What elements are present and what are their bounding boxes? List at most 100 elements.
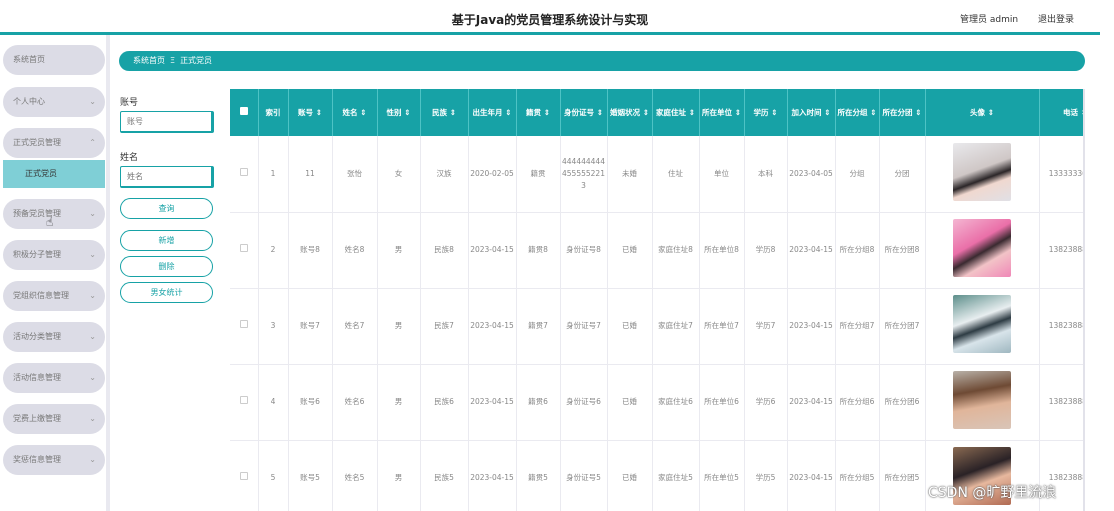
sidebar-item-activist[interactable]: 积极分子管理 ⌄ xyxy=(3,240,105,270)
cell-account: 账号6 xyxy=(288,364,333,441)
col-name[interactable]: 姓名 ⇕ xyxy=(332,89,378,136)
col-id-number[interactable]: 身份证号 ⇕ xyxy=(560,89,608,136)
cell-address: 家庭住址8 xyxy=(652,212,700,289)
avatar xyxy=(953,142,1011,201)
sidebar-item-personal-center[interactable]: 个人中心 ⌄ xyxy=(3,87,105,117)
table-row[interactable]: 2 账号8 姓名8 男 民族8 2023-04-15 籍贯8 身份证号8 已婚 … xyxy=(230,212,1083,289)
cell-marital: 已婚 xyxy=(607,364,653,441)
sidebar-item-label: 党组织信息管理 xyxy=(13,291,69,300)
top-header: 基于Java的党员管理系统设计与实现 管理员 admin 退出登录 xyxy=(0,0,1114,34)
delete-button[interactable]: 删除 xyxy=(120,256,213,277)
cell-team: 所在分团7 xyxy=(879,288,926,365)
col-birth[interactable]: 出生年月 ⇕ xyxy=(468,89,517,136)
add-button[interactable]: 新增 xyxy=(120,230,213,251)
cell-address: 住址 xyxy=(652,136,700,213)
account-input[interactable] xyxy=(120,111,214,133)
sidebar-item-activity-info[interactable]: 活动信息管理 ⌄ xyxy=(3,363,105,393)
col-marital[interactable]: 婚姻状况 ⇕ xyxy=(607,89,653,136)
col-avatar[interactable]: 头像 ⇕ xyxy=(925,89,1040,136)
sidebar-item-label: 积极分子管理 xyxy=(13,250,61,259)
sidebar-item-organization[interactable]: 党组织信息管理 ⌄ xyxy=(3,281,105,311)
cell-marital: 已婚 xyxy=(607,212,653,289)
cell-join-time: 2023-04-15 xyxy=(787,212,836,289)
app-title: 基于Java的党员管理系统设计与实现 xyxy=(451,13,649,27)
cell-join-time: 2023-04-05 xyxy=(787,136,836,213)
cell-team: 所在分团5 xyxy=(879,440,926,511)
sidebar-item-activity-category[interactable]: 活动分类管理 ⌄ xyxy=(3,322,105,352)
cell-marital: 已婚 xyxy=(607,440,653,511)
col-address[interactable]: 家庭住址 ⇕ xyxy=(652,89,700,136)
col-education[interactable]: 学历 ⇕ xyxy=(744,89,788,136)
cell-birth: 2023-04-15 xyxy=(468,288,517,365)
avatar xyxy=(953,219,1011,277)
col-ethnicity[interactable]: 民族 ⇕ xyxy=(420,89,469,136)
cell-join-time: 2023-04-15 xyxy=(787,288,836,365)
table-row[interactable]: 3 账号7 姓名7 男 民族7 2023-04-15 籍贯7 身份证号7 已婚 … xyxy=(230,288,1083,365)
sidebar-item-label: 个人中心 xyxy=(13,97,45,106)
cell-team: 分团 xyxy=(879,136,926,213)
query-button[interactable]: 查询 xyxy=(120,198,213,219)
row-checkbox[interactable] xyxy=(230,136,259,213)
cell-education: 学历6 xyxy=(744,364,788,441)
cell-id-number: 身份证号6 xyxy=(560,364,608,441)
logout-link[interactable]: 退出登录 xyxy=(1038,12,1074,25)
cell-avatar xyxy=(925,136,1040,213)
chevron-up-icon: ⌃ xyxy=(89,138,96,147)
table-row[interactable]: 4 账号6 姓名6 男 民族6 2023-04-15 籍贯6 身份证号6 已婚 … xyxy=(230,364,1083,441)
cell-team: 所在分团6 xyxy=(879,364,926,441)
table-row[interactable]: 1 11 张怡 女 汉族 2020-02-05 籍贯 4444444444555… xyxy=(230,136,1083,213)
breadcrumb-home[interactable]: 系统首页 xyxy=(133,56,165,65)
cell-education: 学历7 xyxy=(744,288,788,365)
col-gender[interactable]: 性别 ⇕ xyxy=(377,89,421,136)
cell-native: 籍贯5 xyxy=(516,440,561,511)
sidebar-item-home[interactable]: 系统首页 xyxy=(3,45,105,75)
col-account[interactable]: 账号 ⇕ xyxy=(288,89,333,136)
cell-account: 账号5 xyxy=(288,440,333,511)
cell-unit: 所在单位7 xyxy=(699,288,745,365)
cell-native: 籍贯6 xyxy=(516,364,561,441)
cell-education: 本科 xyxy=(744,136,788,213)
cell-address: 家庭住址6 xyxy=(652,364,700,441)
col-team[interactable]: 所在分团 ⇕ xyxy=(879,89,926,136)
row-checkbox[interactable] xyxy=(230,288,259,365)
col-group[interactable]: 所在分组 ⇕ xyxy=(835,89,880,136)
row-checkbox[interactable] xyxy=(230,364,259,441)
sidebar-item-probationary-member[interactable]: 预备党员管理 ⌄ xyxy=(3,199,105,229)
gender-stats-button[interactable]: 男女统计 xyxy=(120,282,213,303)
cell-account: 账号8 xyxy=(288,212,333,289)
breadcrumb-separator: Ξ xyxy=(170,56,176,65)
cell-team: 所在分团8 xyxy=(879,212,926,289)
sidebar: 系统首页 个人中心 ⌄ 正式党员管理 ⌃ 正式党员 预备党员管理 ⌄ 积极分子管理 ⌄ … xyxy=(0,35,110,511)
col-phone[interactable]: 电话 ⇕ xyxy=(1039,89,1083,136)
cell-birth: 2020-02-05 xyxy=(468,136,517,213)
cell-join-time: 2023-04-15 xyxy=(787,364,836,441)
col-native[interactable]: 籍贯 ⇕ xyxy=(516,89,561,136)
chevron-down-icon: ⌄ xyxy=(89,455,96,464)
cell-native: 籍贯 xyxy=(516,136,561,213)
sidebar-item-label: 党费上缴管理 xyxy=(13,414,61,423)
current-user: 管理员 admin xyxy=(960,15,1019,25)
cell-phone: 13823888888 xyxy=(1039,212,1083,289)
select-all-checkbox[interactable] xyxy=(230,89,259,136)
watermark: CSDN @旷野里流浪 xyxy=(928,485,1057,501)
sidebar-item-rewards[interactable]: 奖惩信息管理 ⌄ xyxy=(3,445,105,475)
sidebar-border xyxy=(106,35,110,511)
cell-index: 1 xyxy=(258,136,289,213)
sidebar-item-member-management[interactable]: 正式党员管理 ⌃ xyxy=(3,128,105,158)
cell-unit: 所在单位5 xyxy=(699,440,745,511)
row-checkbox[interactable] xyxy=(230,212,259,289)
col-join-time[interactable]: 加入时间 ⇕ xyxy=(787,89,836,136)
sidebar-item-label: 活动信息管理 xyxy=(13,373,61,382)
cell-name: 姓名6 xyxy=(332,364,378,441)
hand-cursor-icon: ☝ xyxy=(46,215,54,229)
sidebar-item-label: 活动分类管理 xyxy=(13,332,61,341)
sidebar-subitem-formal-member[interactable]: 正式党员 xyxy=(3,160,105,188)
sidebar-item-dues[interactable]: 党费上缴管理 ⌄ xyxy=(3,404,105,434)
name-input[interactable] xyxy=(120,166,214,188)
row-checkbox[interactable] xyxy=(230,440,259,511)
col-unit[interactable]: 所在单位 ⇕ xyxy=(699,89,745,136)
cell-marital: 已婚 xyxy=(607,288,653,365)
cell-gender: 男 xyxy=(377,288,421,365)
chevron-down-icon: ⌄ xyxy=(89,97,96,106)
chevron-down-icon: ⌄ xyxy=(89,332,96,341)
